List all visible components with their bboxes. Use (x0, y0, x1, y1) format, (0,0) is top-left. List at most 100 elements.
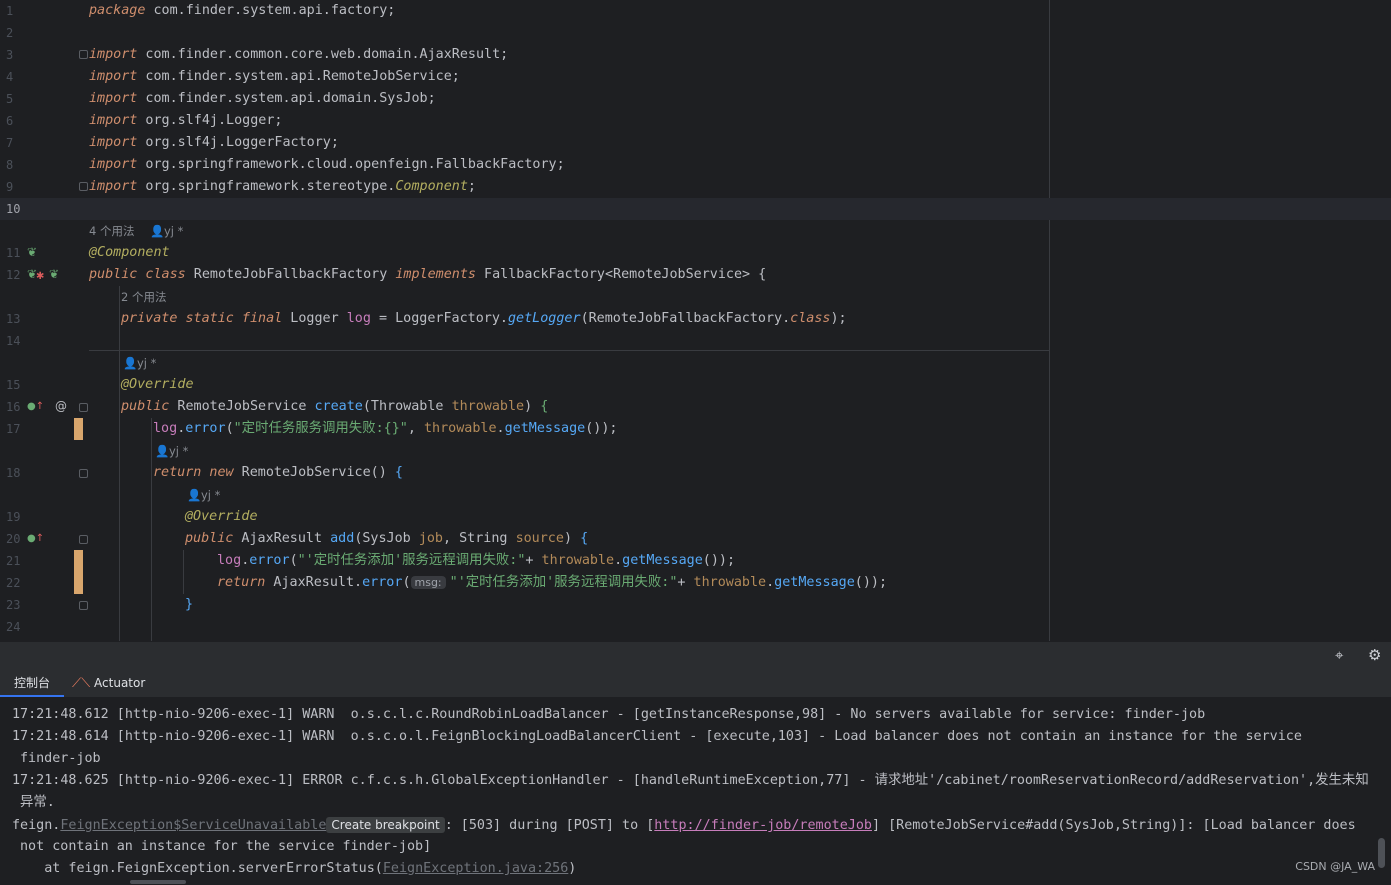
console-horizontal-scrollbar[interactable] (130, 880, 186, 884)
fold-toggle-icon[interactable] (79, 403, 88, 412)
code-line[interactable]: 1 package com.finder.system.api.factory; (0, 0, 1391, 22)
code-line[interactable]: 3 import com.finder.common.core.web.doma… (0, 44, 1391, 66)
code-text: import org.springframework.cloud.openfei… (89, 157, 565, 172)
code-line-current[interactable]: 10 (0, 198, 1391, 220)
code-line[interactable]: 16 ●↑ @ public RemoteJobService create(T… (0, 396, 1391, 418)
code-editor[interactable]: 1 package com.finder.system.api.factory;… (0, 0, 1391, 641)
inlay-hint-row: 👤 yj * (0, 484, 1391, 506)
line-number: 7 (6, 136, 14, 150)
tab-console[interactable]: 控制台 (0, 668, 65, 697)
fold-toggle-icon[interactable] (79, 182, 88, 191)
line-number: 22 (6, 576, 21, 590)
code-line[interactable]: 15 @Override (0, 374, 1391, 396)
code-line[interactable]: 22 return AjaxResult.error(msg: "'定时任务添加'… (0, 572, 1391, 594)
line-number: 3 (6, 48, 14, 62)
code-line[interactable]: 4 import com.finder.system.api.RemoteJob… (0, 66, 1391, 88)
bean-icon[interactable]: ❦ (27, 245, 37, 259)
fold-toggle-icon[interactable] (79, 601, 88, 610)
line-number: 24 (6, 620, 21, 634)
tool-window-tabs: 控制台 ⟋⟍ Actuator (0, 668, 1391, 698)
code-text: public class RemoteJobFallbackFactory im… (89, 267, 767, 282)
code-line[interactable]: 24 (0, 616, 1391, 638)
author-icon: 👤 (155, 444, 170, 458)
author-icon: 👤 (150, 224, 165, 238)
at-icon[interactable]: @ (55, 399, 67, 413)
code-line[interactable]: 6 import org.slf4j.Logger; (0, 110, 1391, 132)
indent-guide (151, 418, 152, 641)
console-line-stack: at feign.FeignException.serverErrorStatu… (12, 861, 577, 876)
inlay-hint-row: 👤 yj * (0, 352, 1391, 374)
bean-icon[interactable]: ❦ (49, 267, 59, 281)
inlay-hint-row: 2 个用法 (0, 286, 1391, 308)
tab-label: 控制台 (14, 676, 51, 690)
modified-line-marker[interactable] (74, 572, 83, 594)
code-line[interactable]: 20 ●↑ public AjaxResult add(SysJob job, … (0, 528, 1391, 550)
console-output[interactable]: 17:21:48.612 [http-nio-9206-exec-1] WARN… (0, 698, 1391, 885)
code-text: private static final Logger log = Logger… (121, 311, 847, 326)
line-number: 9 (6, 180, 14, 194)
console-line-wrap: finder-job (20, 751, 101, 766)
code-text: log.error("'定时任务添加'服务远程调用失败:"+ throwable… (217, 553, 736, 568)
code-text: public AjaxResult add(SysJob job, String… (185, 531, 589, 546)
code-line[interactable]: 11 ❦ @Component (0, 242, 1391, 264)
code-line[interactable]: 19 @Override (0, 506, 1391, 528)
code-text: import com.finder.common.core.web.domain… (89, 47, 509, 62)
code-line[interactable]: 21 log.error("'定时任务添加'服务远程调用失败:"+ throwa… (0, 550, 1391, 572)
usages-hint[interactable]: 4 个用法 (89, 220, 134, 242)
fold-toggle-icon[interactable] (79, 535, 88, 544)
code-line[interactable]: 5 import com.finder.system.api.domain.Sy… (0, 88, 1391, 110)
fold-toggle-icon[interactable] (79, 50, 88, 59)
console-line-wrap: 异常. (20, 795, 55, 810)
exception-class-link[interactable]: FeignException$ServiceUnavailable (60, 818, 326, 833)
author-hint[interactable]: yj * (164, 220, 183, 242)
code-text: import org.slf4j.LoggerFactory; (89, 135, 339, 150)
author-hint[interactable]: yj * (169, 440, 188, 462)
method-separator (89, 350, 1049, 351)
line-number: 19 (6, 510, 21, 524)
console-scrollbar[interactable] (1378, 838, 1385, 868)
code-text: log.error("定时任务服务调用失败:{}", throwable.get… (153, 421, 618, 436)
author-hint[interactable]: yj * (137, 352, 156, 374)
actuator-icon: ⟋⟍ (72, 676, 91, 691)
code-line[interactable]: 8 import org.springframework.cloud.openf… (0, 154, 1391, 176)
code-line[interactable]: 13 private static final Logger log = Log… (0, 308, 1391, 330)
code-line[interactable]: 9 import org.springframework.stereotype.… (0, 176, 1391, 198)
code-line[interactable]: 7 import org.slf4j.LoggerFactory; (0, 132, 1391, 154)
line-number: 5 (6, 92, 14, 106)
code-line[interactable]: 23 } (0, 594, 1391, 616)
create-breakpoint-button[interactable]: Create breakpoint (326, 817, 445, 833)
code-text: return new RemoteJobService() { (153, 465, 403, 480)
modified-line-marker[interactable] (74, 550, 83, 572)
line-number: 15 (6, 378, 21, 392)
line-number: 6 (6, 114, 14, 128)
line-number: 10 (6, 202, 21, 216)
tab-actuator[interactable]: ⟋⟍ Actuator (70, 668, 147, 697)
author-hint[interactable]: yj * (201, 484, 220, 506)
override-icon[interactable]: ●↑ (27, 400, 44, 414)
code-line[interactable]: 18 return new RemoteJobService() { (0, 462, 1391, 484)
fold-toggle-icon[interactable] (79, 469, 88, 478)
code-text: import org.springframework.stereotype.Co… (89, 179, 476, 194)
source-file-link[interactable]: FeignException.java:256 (383, 861, 568, 876)
override-icon[interactable]: ●↑ (27, 532, 44, 546)
parameter-name-hint: msg: (410, 576, 446, 589)
inlay-hint-row: 4 个用法 👤 yj * (0, 220, 1391, 242)
console-line-wrap: not contain an instance for the service … (20, 839, 432, 854)
line-number: 4 (6, 70, 14, 84)
code-text: public RemoteJobService create(Throwable… (121, 399, 549, 414)
code-text: import com.finder.system.api.domain.SysJ… (89, 91, 436, 106)
code-line[interactable]: 17 log.error("定时任务服务调用失败:{}", throwable.… (0, 418, 1391, 440)
crosshair-icon[interactable]: ⌖ (1335, 646, 1343, 664)
modified-line-marker[interactable] (74, 418, 83, 440)
settings-icon[interactable]: ⚙ (1368, 646, 1381, 664)
usages-hint[interactable]: 2 个用法 (121, 286, 166, 308)
line-number: 1 (6, 4, 14, 18)
code-line[interactable]: 2 (0, 22, 1391, 44)
line-number: 8 (6, 158, 14, 172)
code-line[interactable]: 14 (0, 330, 1391, 352)
bean-error-icon[interactable]: ✱ (36, 270, 44, 284)
url-link[interactable]: http://finder-job/remoteJob (654, 818, 872, 833)
line-number: 2 (6, 26, 14, 40)
code-line[interactable]: 12 ❦ ✱ ❦ public class RemoteJobFallbackF… (0, 264, 1391, 286)
author-icon: 👤 (123, 356, 138, 370)
